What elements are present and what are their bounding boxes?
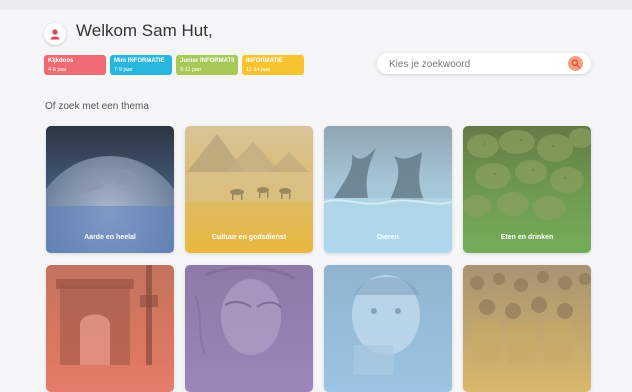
age-group-name: Mini INFORMATIE <box>114 58 165 64</box>
theme-card-eten-en-drinken[interactable]: Eten en drinken <box>463 126 591 253</box>
age-group-ages: 4-6 jaar <box>48 67 67 73</box>
theme-card-label: Cultuur en godsdienst <box>211 234 287 241</box>
theme-card[interactable] <box>463 265 591 392</box>
search-bar <box>377 53 591 74</box>
age-group-filters: Kijkdoos 4-6 jaar Mini INFORMATIE 7-9 ja… <box>44 55 304 75</box>
age-group-name: Kijkdoos <box>48 58 74 64</box>
age-group-junior-informatie[interactable]: Junior INFORMATIE 9-11 jaar <box>176 55 238 75</box>
theme-grid: Aarde en heelal Cultuur en godsdienst Di… <box>46 126 592 392</box>
age-group-ages: 9-11 jaar <box>180 67 202 73</box>
age-group-ages: 11-14 jaar <box>246 67 271 73</box>
theme-card-dieren[interactable]: Dieren <box>324 126 452 253</box>
age-group-mini-informatie[interactable]: Mini INFORMATIE 7-9 jaar <box>110 55 172 75</box>
crowd-image <box>470 271 591 363</box>
top-bar <box>0 0 632 10</box>
search-input[interactable] <box>387 56 561 73</box>
theme-card-label: Aarde en heelal <box>84 234 136 241</box>
theme-card[interactable] <box>46 265 174 392</box>
child-image <box>352 275 420 375</box>
age-group-name: INFORMATIE <box>246 58 283 64</box>
avatar[interactable] <box>44 23 66 45</box>
age-group-ages: 7-9 jaar <box>114 67 133 73</box>
page-title: Welkom Sam Hut, <box>76 21 213 40</box>
theme-card-cultuur-en-godsdienst[interactable]: Cultuur en godsdienst <box>185 126 313 253</box>
age-group-informatie[interactable]: INFORMATIE 11-14 jaar <box>242 55 304 75</box>
theme-card-aarde-en-heelal[interactable]: Aarde en heelal <box>46 126 174 253</box>
age-group-name: Junior INFORMATIE <box>180 58 234 64</box>
theme-card-label: Dieren <box>377 234 399 241</box>
themes-heading: Of zoek met een thema <box>45 101 149 112</box>
user-icon <box>50 28 60 39</box>
portrait-painting-image <box>194 266 296 356</box>
age-group-kijkdoos[interactable]: Kijkdoos 4-6 jaar <box>44 55 106 75</box>
arc-de-triomphe-image <box>56 265 158 365</box>
theme-card[interactable] <box>324 265 452 392</box>
theme-card-label: Eten en drinken <box>500 234 554 241</box>
theme-card[interactable] <box>185 265 313 392</box>
search-icon[interactable] <box>568 56 583 71</box>
